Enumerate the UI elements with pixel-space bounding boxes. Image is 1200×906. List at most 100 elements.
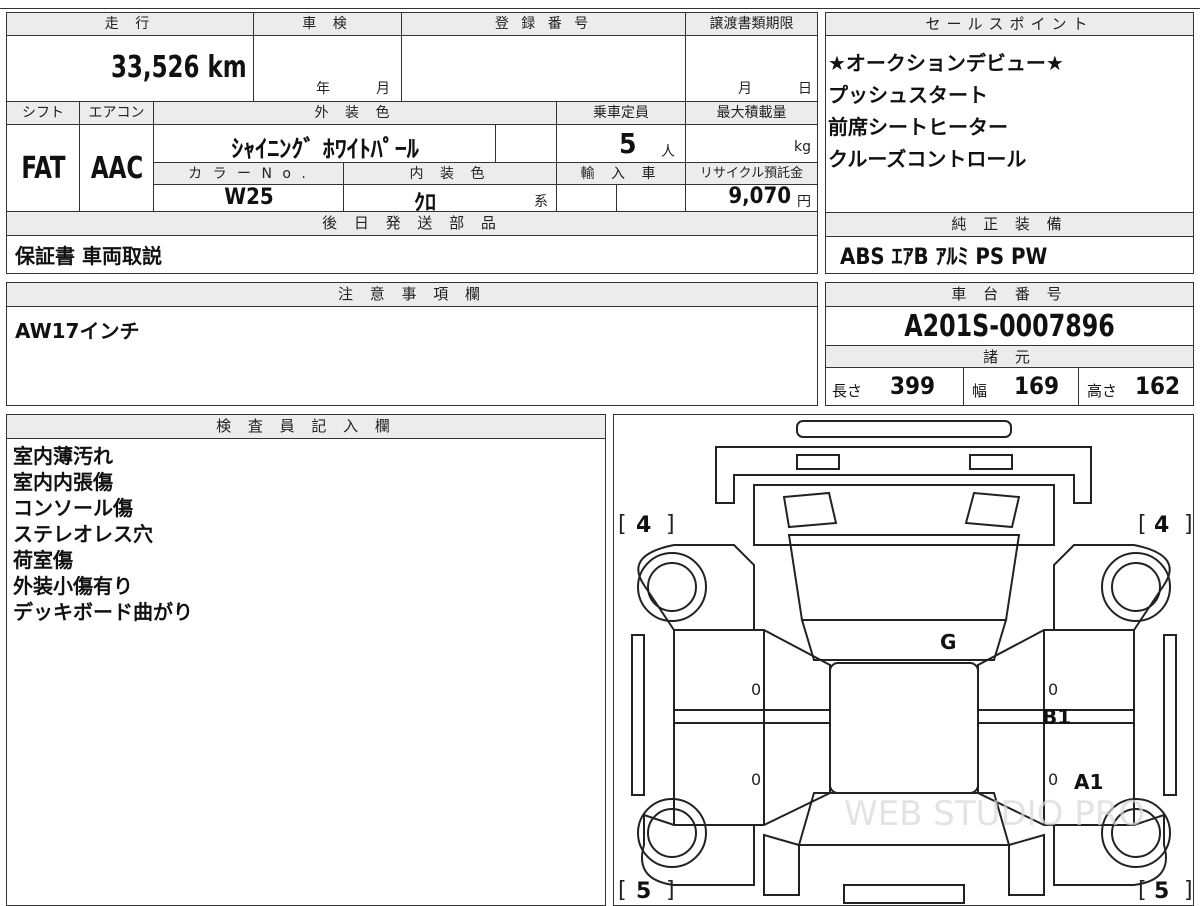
chassis-panel: 車 台 番 号 A201S-0007896 諸 元 長さ 399 幅 169 高… (825, 282, 1194, 406)
inspector-line: 室内内張傷 (13, 470, 113, 494)
inspection-month-unit: 月 (376, 81, 390, 97)
specs-length-cell: 長さ 399 (826, 368, 964, 405)
inspector-lines: 室内薄汚れ 室内内張傷 コンソール傷 ステレオレス穴 荷室傷 外装小傷有り デッ… (13, 443, 193, 625)
shift-label: シフト (7, 102, 80, 125)
interior-color-value-cell: ｸﾛ 系 (344, 185, 557, 216)
inspector-line: デッキボード曲がり (13, 600, 193, 624)
exterior-color-value-cell: ｼｬｲﾆﾝｸﾞ ﾎﾜｲﾄﾊﾟｰﾙ (154, 125, 496, 163)
mileage-label: 走 行 (7, 13, 254, 36)
standard-equipment-panel: 純 正 装 備 ABS ｴｱB ｱﾙﾐ PS PW (825, 212, 1194, 274)
mileage-value: 33,526 km (111, 50, 247, 85)
inspection-year-unit: 年 (316, 81, 330, 97)
ac-label: エアコン (80, 102, 154, 125)
notes-label: 注 意 事 項 欄 (7, 283, 817, 307)
tire-bracket-rl: [ (618, 878, 627, 903)
vehicle-info-panel: 走 行 車 検 登 録 番 号 譲渡書類期限 33,526 km 年 月 月 日… (6, 12, 818, 216)
tire-bracket-fl-close: ] (666, 512, 675, 537)
later-parts-panel: 後 日 発 送 部 品 保証書 車両取説 (6, 211, 818, 274)
zero-mark-left-upper: 0 (751, 680, 761, 699)
ac-value: AAC (90, 151, 144, 186)
damage-mark-b1: B1 (1042, 705, 1071, 729)
inspector-line: 外装小傷有り (13, 574, 133, 598)
later-parts-value: 保証書 車両取説 (15, 244, 162, 268)
specs-width-cell: 幅 169 (964, 368, 1079, 405)
sales-point-item: プッシュスタート (828, 83, 988, 107)
specs-width-label: 幅 (972, 382, 988, 400)
inspection-label: 車 検 (254, 13, 402, 36)
transfer-docs-label: 譲渡書類期限 (686, 13, 817, 36)
zero-mark-right-lower: 0 (1048, 770, 1058, 789)
color-no-value-cell: W25 (154, 185, 344, 211)
car-diagram-panel: [ ] [ ] [ ] [ ] 4 4 5 5 G B1 A1 0 0 0 0 … (613, 414, 1194, 906)
tire-rating-front-left: 4 (636, 513, 651, 538)
tire-bracket-rr: [ (1138, 878, 1147, 903)
inspector-line: 室内薄汚れ (13, 444, 113, 468)
tire-bracket-rl-close: ] (666, 878, 675, 903)
import-value-cell-a (557, 185, 617, 211)
later-parts-label: 後 日 発 送 部 品 (7, 212, 817, 236)
tire-rating-front-right: 4 (1154, 513, 1169, 538)
registration-value-cell (402, 36, 686, 102)
standard-equipment-value: ABS ｴｱB ｱﾙﾐ PS PW (840, 245, 1048, 270)
tire-bracket-rr-close: ] (1184, 878, 1193, 903)
transfer-day-unit: 日 (798, 81, 812, 97)
transfer-docs-value-cell: 月 日 (686, 36, 817, 102)
sales-point-item: クルーズコントロール (828, 147, 1027, 171)
color-no-value: W25 (224, 185, 274, 210)
recycle-label: リサイクル預託金 (686, 163, 817, 185)
standard-equipment-label: 純 正 装 備 (826, 213, 1193, 237)
watermark: WEB STUDIO PRO (844, 794, 1145, 834)
inspector-label: 検 査 員 記 入 欄 (7, 415, 605, 439)
capacity-value: 5 (619, 127, 637, 160)
specs-label: 諸 元 (826, 345, 1193, 368)
notes-value: AW17インチ (15, 319, 140, 343)
inspector-line: ステレオレス穴 (13, 522, 153, 546)
exterior-color-value: ｼｬｲﾆﾝｸﾞ ﾎﾜｲﾄﾊﾟｰﾙ (231, 135, 419, 163)
zero-mark-left-lower: 0 (751, 770, 761, 789)
inspector-line: 荷室傷 (13, 548, 73, 572)
specs-height-cell: 高さ 162 (1079, 368, 1193, 405)
interior-color-suffix: 系 (534, 194, 548, 210)
mileage-value-cell: 33,526 km (7, 36, 254, 102)
damage-mark-a1: A1 (1074, 770, 1103, 794)
chassis-label: 車 台 番 号 (826, 283, 1193, 307)
chassis-value: A201S-0007896 (904, 309, 1115, 344)
damage-mark-glass: G (940, 630, 956, 654)
specs-width-value: 169 (1014, 372, 1060, 400)
max-load-label: 最大積載量 (686, 102, 817, 125)
recycle-unit: 円 (797, 194, 811, 210)
specs-height-value: 162 (1135, 372, 1181, 400)
recycle-value-cell: 9,070 円 (686, 184, 817, 211)
registration-label: 登 録 番 号 (402, 13, 686, 36)
sales-point-item: ★オークションデビュー★ (828, 51, 1064, 75)
capacity-label: 乗車定員 (557, 102, 686, 125)
import-label: 輸 入 車 (557, 163, 686, 185)
sales-points-list: ★オークションデビュー★ プッシュスタート 前席シートヒーター クルーズコントロ… (828, 47, 1064, 175)
recycle-value: 9,070 (728, 184, 791, 209)
specs-height-label: 高さ (1087, 382, 1118, 400)
capacity-unit: 人 (661, 144, 675, 160)
sales-points-label: セールスポイント (826, 13, 1193, 36)
car-diagram: [ ] [ ] [ ] [ ] 4 4 5 5 G B1 A1 0 0 0 0 … (618, 420, 1193, 904)
shift-value: FAT (21, 151, 66, 186)
interior-color-label: 内 装 色 (344, 163, 557, 185)
top-cropped-row (0, 0, 1200, 9)
notes-panel: 注 意 事 項 欄 AW17インチ (6, 282, 818, 406)
tire-bracket-fl: [ (618, 512, 627, 537)
specs-length-value: 399 (890, 372, 936, 400)
transfer-month-unit: 月 (738, 81, 752, 97)
tire-rating-rear-right: 5 (1154, 879, 1169, 904)
capacity-value-cell: 5 人 (557, 125, 686, 163)
color-no-label: カ ラ ー N o . (154, 163, 344, 185)
max-load-unit: kg (794, 139, 811, 155)
max-load-value-cell: kg (686, 125, 817, 163)
sales-point-item: 前席シートヒーター (828, 115, 1008, 139)
exterior-color-label: 外 装 色 (154, 102, 557, 125)
inspector-panel: 検 査 員 記 入 欄 室内薄汚れ 室内内張傷 コンソール傷 ステレオレス穴 荷… (6, 414, 606, 906)
exterior-color-extra-cell (496, 125, 557, 163)
tire-bracket-fr: [ (1138, 512, 1147, 537)
ac-value-cell: AAC (80, 125, 154, 211)
tire-rating-rear-left: 5 (636, 879, 651, 904)
shift-value-cell: FAT (7, 125, 80, 211)
zero-mark-right-upper: 0 (1048, 680, 1058, 699)
